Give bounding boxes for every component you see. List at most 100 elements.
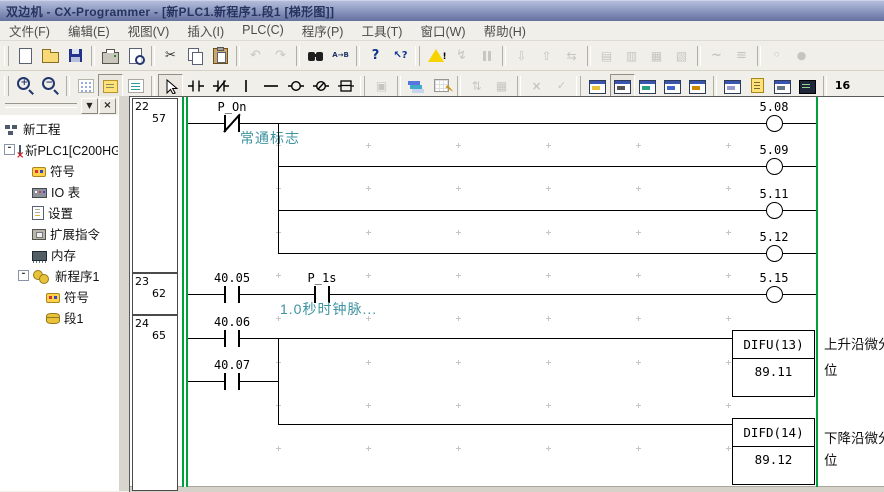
tree-item-symbols[interactable]: 符号 [0,160,118,181]
print-icon [102,52,119,64]
menu-item-help[interactable]: 帮助(H) [475,20,535,42]
memory-icon [32,251,47,261]
register-symbol-button[interactable]: ⇅ [464,74,489,98]
context-help-button[interactable]: ↖? [388,44,413,68]
transfer-from-plc-button[interactable]: ⇧ [534,44,559,68]
tree-item-program1[interactable]: -新程序1 [0,265,118,286]
grid-dot [546,143,551,148]
run-mode-button[interactable]: ▧ [669,44,694,68]
new-file-button[interactable] [13,44,38,68]
grid-toggle-button[interactable] [73,74,98,98]
coil[interactable] [766,202,783,219]
horizontal-scrollbar[interactable] [130,486,884,492]
menu-item-file[interactable]: 文件(F) [0,20,59,42]
toolbar-grip [4,46,9,66]
redo-button[interactable]: ↷ [268,44,293,68]
zoom-out-button[interactable]: − [38,74,63,98]
function-block[interactable]: DIFD(14)89.12 [732,418,815,485]
wire [188,294,816,295]
menu-item-window[interactable]: 窗口(W) [411,20,474,42]
comment-window-button[interactable] [770,74,795,98]
invert-button[interactable]: ▣ [369,74,394,98]
horizontal-line-tool-button[interactable] [258,74,283,98]
undo-button[interactable]: ↶ [243,44,268,68]
debug-mode-button[interactable]: ▥ [619,44,644,68]
time-chart-monitor-button[interactable]: ≡ [729,44,754,68]
address-reference-tool-button[interactable] [745,74,770,98]
differential-monitor-button[interactable]: ◦ [764,44,789,68]
menu-item-tools[interactable]: 工具(T) [352,20,411,42]
check-button[interactable]: ✓ [549,74,574,98]
new-closed-contact-tool-button[interactable] [208,74,233,98]
address-comment-button[interactable] [404,74,429,98]
expander-icon[interactable]: - [18,270,29,281]
new-contact-tool-button[interactable] [183,74,208,98]
coil[interactable] [766,245,783,262]
help-button[interactable]: ? [363,44,388,68]
tree-item-io-table[interactable]: IO 表 [0,181,118,202]
watch-window-button[interactable] [635,74,660,98]
monitor-mode-button[interactable]: ▦ [644,44,669,68]
standard-toolbar: ✂ ↶↷ A→B?↖? ↯ ⇩⇧⇆ ▤▥▦▧ ~≡ ◦● [0,41,884,71]
command-window-button[interactable] [795,74,820,98]
new-closed-coil-tool-button[interactable] [308,74,333,98]
tree-item-plc1[interactable]: -新PLC1[C200HG [0,139,118,160]
menu-item-plc[interactable]: PLC(C) [233,22,293,39]
wire [278,210,816,211]
menu-item-edit[interactable]: 编辑(E) [59,20,119,42]
rung-comment-button[interactable] [98,74,123,98]
workspace-window-button[interactable] [585,74,610,98]
cut-button[interactable]: ✂ [158,44,183,68]
tree-item-workspace[interactable]: 新工程 [0,118,118,139]
new-coil-tool-button[interactable] [283,74,308,98]
pause-monitoring-button[interactable] [474,44,499,68]
toolbar-grip[interactable] [5,103,77,108]
reference-window-button[interactable] [660,74,685,98]
transfer-to-plc-button[interactable]: ⇩ [509,44,534,68]
tree-item-program1-symbols[interactable]: 符号 [0,286,118,307]
properties-window-button[interactable] [685,74,710,98]
update-symbol-button[interactable]: ▦ [489,74,514,98]
menu-item-program[interactable]: 程序(P) [293,20,353,42]
collapse-panel-button[interactable]: ▼ [81,98,98,114]
print-button[interactable] [98,44,123,68]
tree-item-settings[interactable]: 设置 [0,202,118,223]
new-instruction-tool-button[interactable] [333,74,358,98]
cross-reference-report-button[interactable] [720,74,745,98]
save-button[interactable] [63,44,88,68]
work-online-button[interactable]: ↯ [449,44,474,68]
uncheck-button[interactable]: × [524,74,549,98]
close-panel-button[interactable]: × [99,98,116,114]
hex-monitor-button[interactable]: 16 [830,74,855,98]
program-mode-button[interactable]: ▤ [594,44,619,68]
comment-edit-button[interactable] [429,74,454,98]
function-block[interactable]: DIFU(13)89.11 [732,330,815,397]
tree-item-memory[interactable]: 内存 [0,244,118,265]
tree-item-expansion-instructions[interactable]: 扩展指令 [0,223,118,244]
toolbar-separator [713,76,717,96]
tree-item-section1[interactable]: 段1 [0,307,118,328]
coil[interactable] [766,286,783,303]
coil[interactable] [766,158,783,175]
find-button[interactable] [303,44,328,68]
toolbar-separator [151,46,155,66]
data-trace-button[interactable]: ● [789,44,814,68]
copy-button[interactable] [183,44,208,68]
monitor-data-button[interactable] [123,74,148,98]
zoom-in-button[interactable]: + [13,74,38,98]
open-button[interactable] [38,44,63,68]
print-preview-button[interactable] [123,44,148,68]
menu-item-insert[interactable]: 插入(I) [178,20,233,42]
vertical-line-tool-button[interactable] [233,74,258,98]
replace-button[interactable]: A→B [328,44,353,68]
coil[interactable] [766,115,783,132]
menu-item-view[interactable]: 视图(V) [119,20,179,42]
zoom-out-icon: − [42,77,55,90]
compile-button[interactable] [424,44,449,68]
force-status-button[interactable]: ~ [704,44,729,68]
select-tool-button[interactable] [158,74,183,98]
paste-button[interactable] [208,44,233,68]
output-window-button[interactable] [610,74,635,98]
compare-with-plc-button[interactable]: ⇆ [559,44,584,68]
expander-icon[interactable]: - [4,144,15,155]
